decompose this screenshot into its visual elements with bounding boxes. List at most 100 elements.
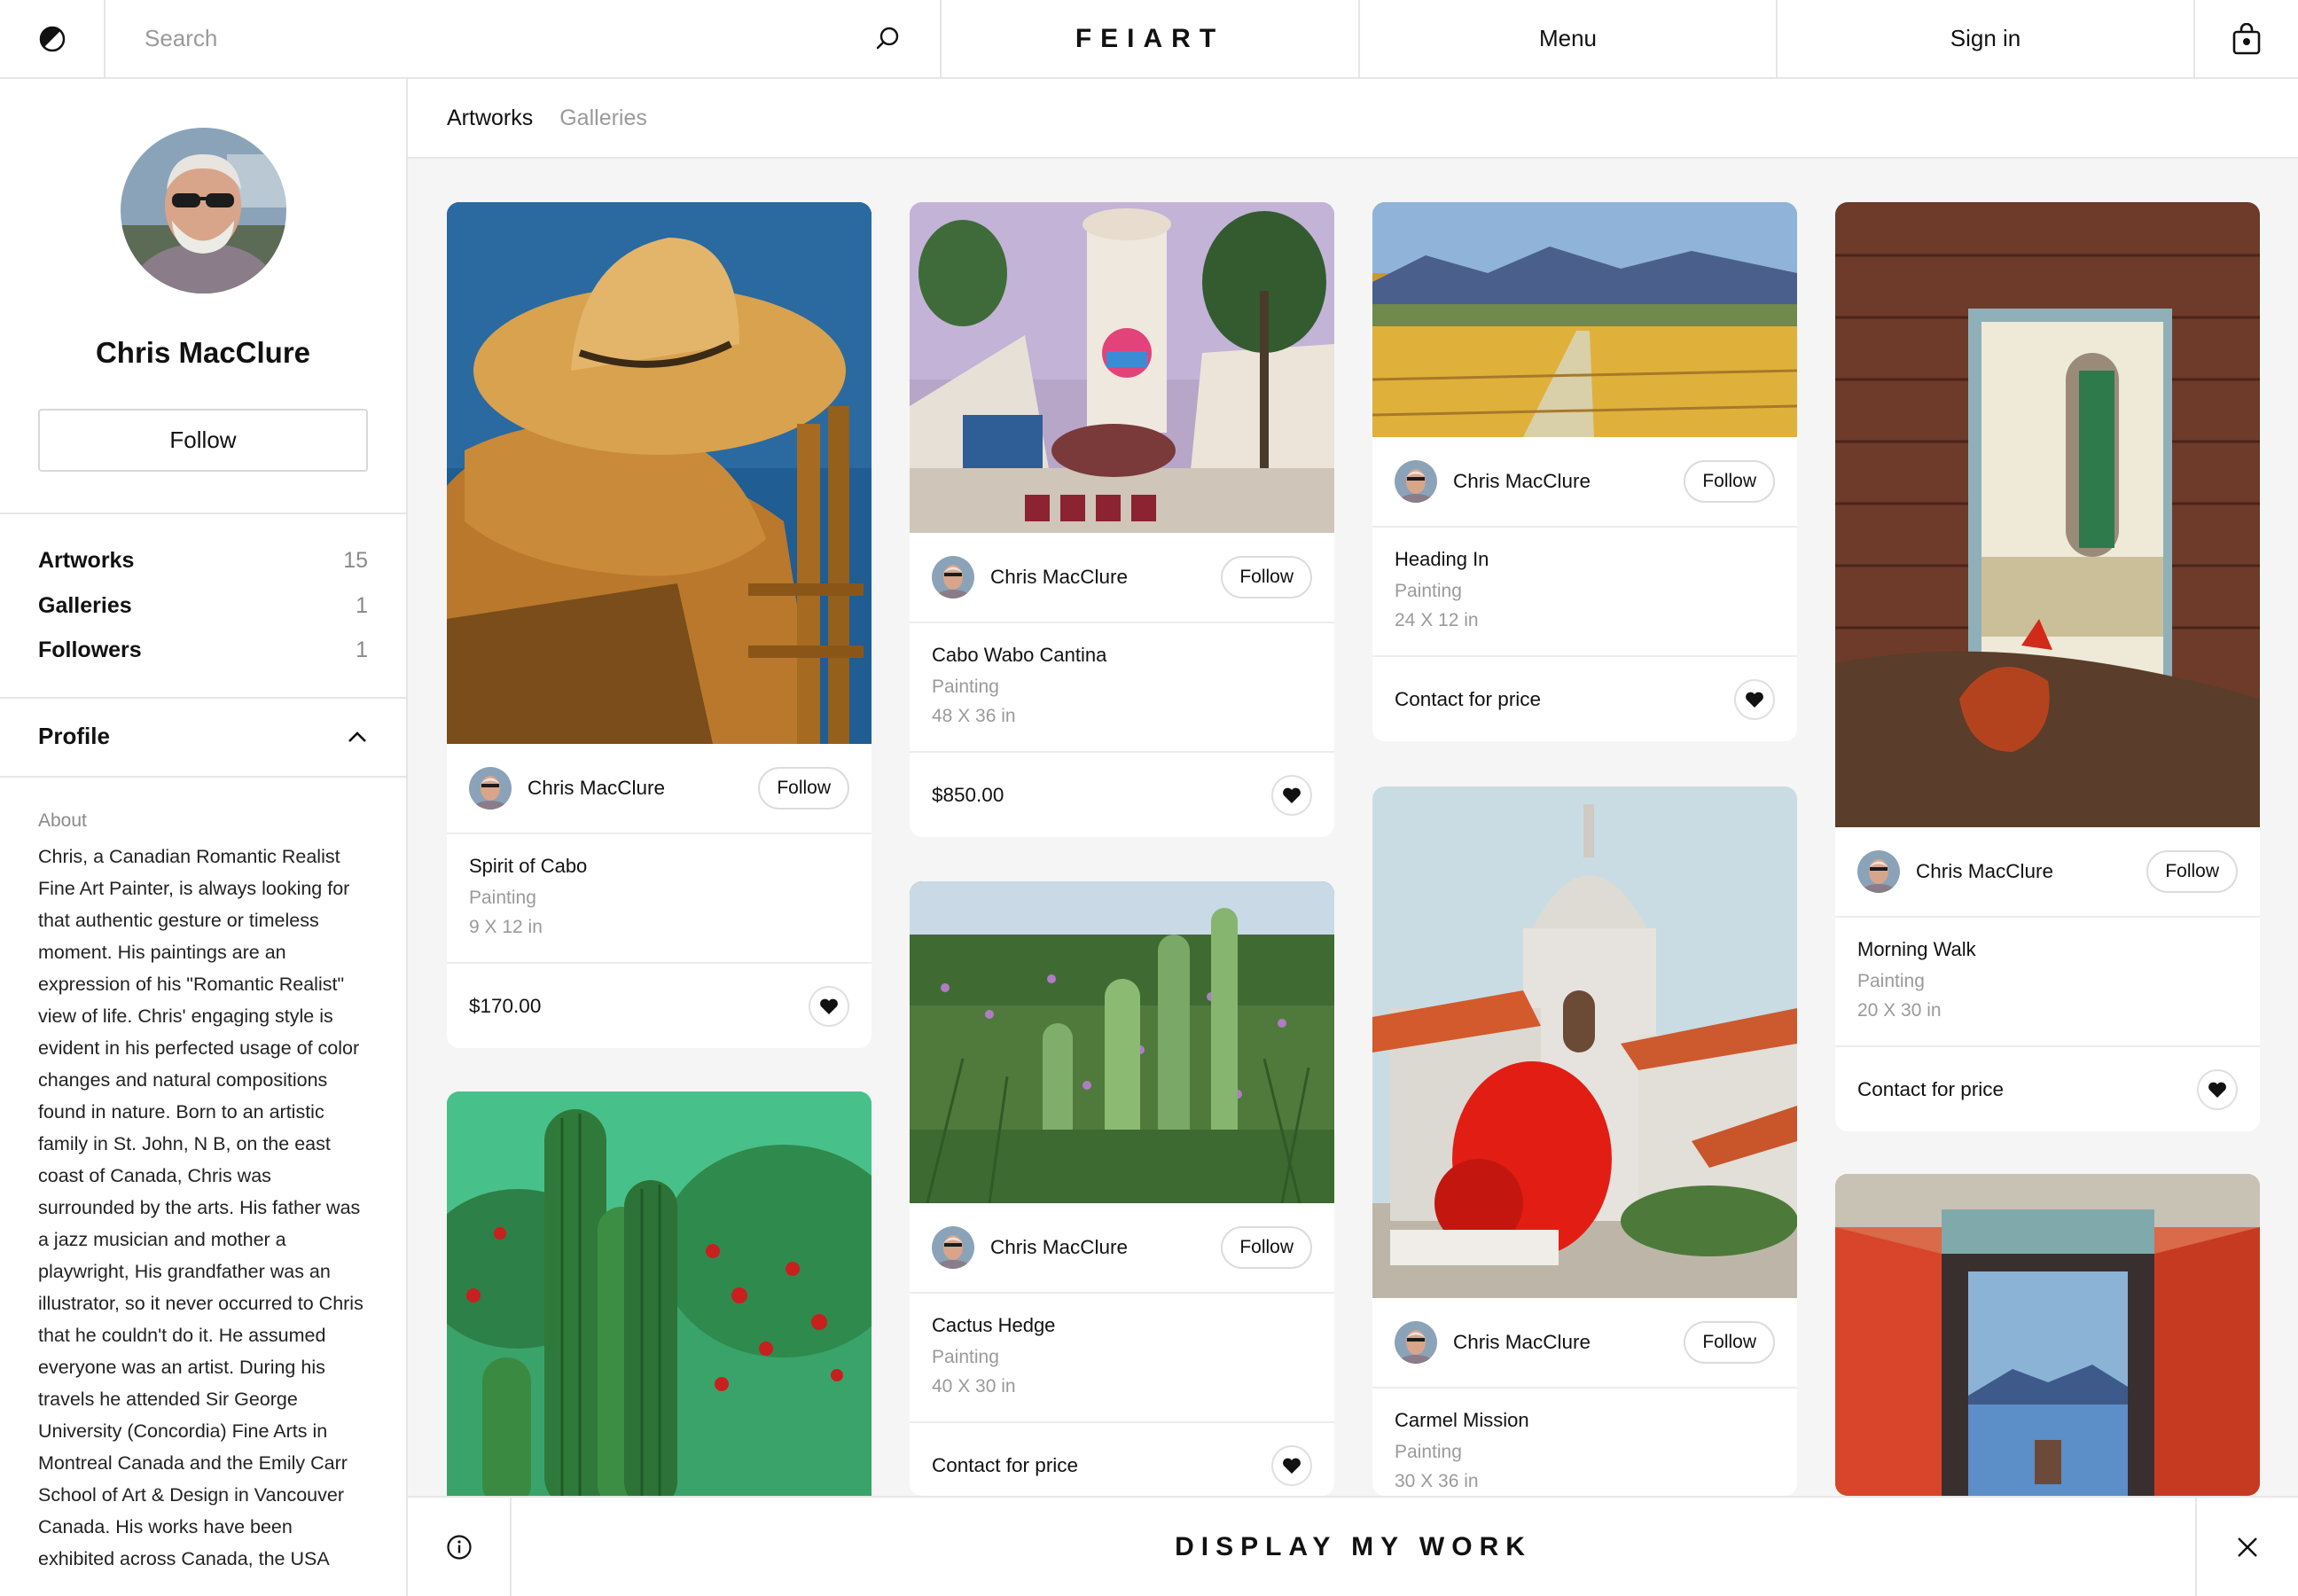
artwork-info: Heading In Painting 24 X 12 in: [1372, 528, 1797, 657]
artwork-size: 24 X 12 in: [1395, 610, 1479, 630]
follow-button[interactable]: Follow: [1684, 460, 1775, 503]
artist-row: Chris MacClure Follow: [910, 533, 1334, 623]
artist-link[interactable]: Chris MacClure: [1857, 850, 2053, 893]
display-work-banner: DISPLAY MY WORK: [408, 1496, 2298, 1596]
artist-sidebar: Chris MacClure Follow Artworks 15 Galler…: [0, 79, 408, 1596]
artwork-card[interactable]: Chris MacClure Follow Morning Walk Paint…: [1835, 202, 2260, 1131]
close-icon: [2238, 1537, 2257, 1557]
favorite-button[interactable]: [2197, 1068, 2238, 1110]
display-my-work-button[interactable]: DISPLAY MY WORK: [512, 1498, 2195, 1596]
content-tabs: Artworks Galleries: [408, 79, 2298, 159]
artwork-card[interactable]: Chris MacClure Follow Cabo Wabo Cantina …: [910, 202, 1334, 837]
sign-in-button[interactable]: Sign in: [1778, 0, 2195, 77]
stat-artworks[interactable]: Artworks 15: [38, 548, 368, 574]
divider: [0, 697, 406, 699]
artwork-info: Cabo Wabo Cantina Painting 48 X 36 in: [910, 623, 1334, 753]
favorite-button[interactable]: [1734, 678, 1775, 720]
artwork-title[interactable]: Spirit of Cabo: [469, 855, 849, 878]
artist-row: Chris MacClure Follow: [910, 1203, 1334, 1294]
artwork-title[interactable]: Heading In: [1395, 548, 1775, 571]
favorite-button[interactable]: [1271, 774, 1312, 816]
heart-icon: [1283, 787, 1301, 803]
search-bar: [106, 0, 942, 77]
follow-button[interactable]: Follow: [1684, 1321, 1775, 1364]
artwork-title[interactable]: Cactus Hedge: [932, 1314, 1312, 1337]
artist-name: Chris MacClure: [990, 566, 1129, 588]
artist-avatar: [932, 556, 974, 598]
artwork-card[interactable]: Chris MacClure Follow Cactus Hedge Paint…: [910, 881, 1334, 1496]
shopping-bag-icon: [2232, 22, 2261, 54]
artwork-medium: Painting: [469, 888, 536, 908]
search-icon[interactable]: [874, 26, 901, 52]
follow-button[interactable]: Follow: [2146, 850, 2238, 893]
artwork-card[interactable]: [447, 1091, 872, 1508]
artwork-image[interactable]: [447, 1091, 872, 1508]
artist-avatar: [1395, 460, 1437, 503]
artwork-card[interactable]: [1835, 1174, 2260, 1496]
artist-link[interactable]: Chris MacClure: [469, 767, 665, 810]
artwork-image[interactable]: [910, 202, 1334, 533]
price-row: Contact for price: [910, 1423, 1334, 1496]
price-row: Contact for price: [1372, 657, 1797, 741]
artist-link[interactable]: Chris MacClure: [932, 556, 1128, 598]
artwork-card[interactable]: Chris MacClure Follow Heading In Paintin…: [1372, 202, 1797, 741]
follow-button[interactable]: Follow: [1221, 1226, 1312, 1269]
artist-link[interactable]: Chris MacClure: [932, 1226, 1128, 1269]
stat-label: Followers: [38, 638, 142, 662]
artwork-price: Contact for price: [1857, 1077, 2005, 1100]
price-row: $850.00: [910, 753, 1334, 837]
artwork-image[interactable]: [1372, 786, 1797, 1298]
artist-row: Chris MacClure Follow: [1372, 1298, 1797, 1389]
stat-count: 1: [356, 593, 368, 618]
stat-followers[interactable]: Followers 1: [38, 638, 368, 663]
artwork-info: Spirit of Cabo Painting 9 X 12 in: [447, 834, 872, 964]
profile-section-toggle[interactable]: Profile: [38, 723, 368, 750]
stat-galleries[interactable]: Galleries 1: [38, 593, 368, 619]
artist-link[interactable]: Chris MacClure: [1395, 460, 1591, 503]
tab-galleries[interactable]: Galleries: [559, 106, 647, 131]
price-row: Contact for price: [1835, 1047, 2260, 1131]
artist-avatar: [1857, 850, 1900, 893]
tab-artworks[interactable]: Artworks: [447, 106, 533, 131]
artwork-medium: Painting: [1857, 971, 1925, 991]
artist-name: Chris MacClure: [1453, 1331, 1591, 1353]
info-button[interactable]: [408, 1498, 512, 1596]
artist-link[interactable]: Chris MacClure: [1395, 1321, 1591, 1364]
artwork-title[interactable]: Morning Walk: [1857, 938, 2238, 961]
heart-icon: [820, 998, 838, 1014]
artwork-title[interactable]: Cabo Wabo Cantina: [932, 644, 1312, 667]
theme-toggle-button[interactable]: [0, 0, 106, 77]
artwork-card[interactable]: Chris MacClure Follow Spirit of Cabo Pai…: [447, 202, 872, 1048]
search-input[interactable]: [145, 25, 765, 52]
artwork-price: Contact for price: [1395, 687, 1542, 710]
artwork-card[interactable]: Chris MacClure Follow Carmel Mission Pai…: [1372, 786, 1797, 1496]
favorite-button[interactable]: [1271, 1444, 1312, 1486]
artwork-image[interactable]: [1372, 202, 1797, 437]
site-logo[interactable]: FEIART: [942, 0, 1360, 77]
menu-button[interactable]: Menu: [1360, 0, 1778, 77]
artwork-image[interactable]: [1835, 1174, 2260, 1496]
artist-avatar: [121, 128, 286, 293]
cart-button[interactable]: [2195, 0, 2298, 77]
artwork-size: 20 X 30 in: [1857, 1000, 1942, 1021]
artwork-image[interactable]: [447, 202, 872, 744]
artwork-image[interactable]: [1835, 202, 2260, 827]
artist-avatar: [469, 767, 512, 810]
artist-name: Chris MacClure: [95, 336, 311, 369]
follow-button[interactable]: Follow: [758, 767, 849, 810]
follow-button[interactable]: Follow: [1221, 556, 1312, 598]
theme-toggle-icon: [39, 26, 65, 51]
artwork-size: 48 X 36 in: [932, 706, 1016, 726]
artwork-title[interactable]: Carmel Mission: [1395, 1409, 1775, 1432]
artwork-price: $850.00: [932, 783, 1004, 806]
favorite-button[interactable]: [809, 985, 849, 1027]
artwork-price: Contact for price: [932, 1453, 1079, 1476]
follow-artist-button[interactable]: Follow: [38, 409, 368, 472]
artwork-grid: Chris MacClure Follow Spirit of Cabo Pai…: [408, 159, 2298, 1508]
artist-row: Chris MacClure Follow: [1372, 437, 1797, 528]
divider: [0, 512, 406, 514]
heart-icon: [2208, 1082, 2226, 1098]
artwork-image[interactable]: [910, 881, 1334, 1203]
top-navigation-bar: FEIART Menu Sign in: [0, 0, 2298, 79]
close-banner-button[interactable]: [2195, 1498, 2298, 1596]
